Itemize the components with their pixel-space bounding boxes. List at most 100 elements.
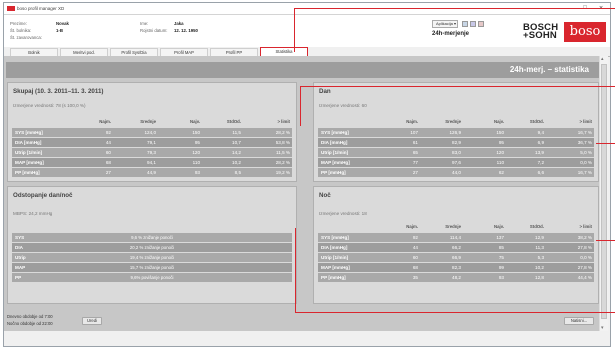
row-value: 124,0 <box>144 130 157 135</box>
noc-col-header: > limit <box>579 224 592 229</box>
callout-line <box>295 312 615 313</box>
table-row: MAP [mmHg] 68 82,3 99 10,2 27,8 % <box>318 263 594 272</box>
table-row: SYS 9,6 % znižanje ponoči <box>12 233 292 242</box>
bolnica-label: Št. bolnika: <box>10 28 32 33</box>
row-value: 6,9 <box>537 140 544 145</box>
bosch-sohn-logo: BOSCH +SOHN <box>523 23 558 41</box>
row-value: 79,1 <box>147 140 156 145</box>
dan-table-header: Najm. Srednje Najv. StdOd. > limit <box>314 119 598 126</box>
window-title: boso profil manager XD <box>17 6 65 11</box>
row-value: 8,5 <box>234 170 241 175</box>
table-row: DIA 20,2 % znižanje ponoči <box>12 243 292 252</box>
row-value: 95 <box>498 140 504 145</box>
zavarovanca-label: Št. zavarovanca: <box>10 35 43 40</box>
row-value: 82,3 <box>452 265 461 270</box>
row-value: 5,3 <box>537 255 544 260</box>
noc-col-header: Najv. <box>494 224 504 229</box>
skupaj-subtitle: Izmerjene vrednosti: 78 (s 100,0 %) <box>13 103 86 108</box>
row-value: 44,4 % <box>577 275 592 280</box>
row-value: 48,2 <box>452 275 461 280</box>
row-label: DIA [mmHg] <box>15 140 42 145</box>
row-value: 126,9 <box>449 130 462 135</box>
row-label: MAP [mmHg] <box>15 160 44 165</box>
print-icon[interactable] <box>462 21 468 27</box>
skupaj-col-header: > limit <box>277 119 290 124</box>
row-value: 65 <box>412 150 418 155</box>
row-label: PP [mmHg] <box>321 170 346 175</box>
row-value: 92 <box>412 235 418 240</box>
row-label: DIA [mmHg] <box>321 140 348 145</box>
dan-col-header: StdOd. <box>529 119 544 124</box>
row-value: 85 <box>498 245 504 250</box>
brand-sohn: +SOHN <box>523 30 557 41</box>
scroll-thumb[interactable] <box>601 64 607 319</box>
statistics-banner: 24h-merj. – statistika <box>6 62 599 78</box>
row-text: 20,2 % znižanje ponoči <box>129 245 175 250</box>
row-value: 44,0 <box>452 170 461 175</box>
settings-icon[interactable] <box>478 21 484 27</box>
row-value: 68 <box>105 160 111 165</box>
row-value: 114,4 <box>449 235 461 240</box>
row-value: 0,0 % <box>580 255 592 260</box>
row-value: 93 <box>194 170 200 175</box>
dan-col-header: Najm. <box>406 119 418 124</box>
row-value: 16,7 % <box>577 130 592 135</box>
vertical-scrollbar[interactable]: ▴ ▾ <box>599 56 608 331</box>
row-value: 150 <box>496 130 504 135</box>
row-value: 97,6 <box>452 160 461 165</box>
noc-title: Noč <box>319 192 331 199</box>
callout-line <box>295 228 296 312</box>
row-value: 107 <box>410 130 418 135</box>
row-value: 83,0 <box>452 150 461 155</box>
row-value: 61 <box>412 140 418 145</box>
rojstni-label: Rojstni datum: <box>140 28 168 33</box>
rojstni-value: 12. 12. 1950 <box>174 28 198 33</box>
callout-line <box>596 240 615 241</box>
noc-col-header: StdOd. <box>529 224 544 229</box>
row-text: 9,6 % znižanje ponoči <box>131 235 173 240</box>
uredi-button[interactable]: Uredi <box>82 317 102 325</box>
section-title: 24h-merjenje <box>432 31 470 37</box>
natisni-button[interactable]: Natisni... <box>564 317 594 325</box>
row-value: 11,3 <box>535 245 544 250</box>
odstopanje-title: Odstopanje dan/noč <box>13 192 73 199</box>
scroll-down-icon[interactable]: ▾ <box>601 325 604 331</box>
aplikacija-label: Aplikacija <box>436 21 453 26</box>
table-row: Utrip 19,4 % znižanje ponoči <box>12 253 292 262</box>
row-value: 0,0 % <box>580 160 592 165</box>
table-row: DIA [mmHg] 61 82,9 95 6,9 36,7 % <box>318 138 594 147</box>
row-label: MAP [mmHg] <box>321 160 350 165</box>
callout-line <box>300 86 301 126</box>
odstopanje-subtitle: MBPS: 24,2 mmHg <box>13 211 53 216</box>
bolnica-value: 1-B <box>56 28 63 33</box>
table-row: PP 9,6% povišanje ponoči <box>12 273 292 282</box>
table-row: MAP [mmHg] 77 97,6 110 7,2 0,0 % <box>318 158 594 167</box>
dan-col-header: > limit <box>579 119 592 124</box>
row-label: SYS [mmHg] <box>15 130 43 135</box>
row-value: 79,3 <box>147 150 156 155</box>
row-value: 44 <box>105 140 111 145</box>
skupaj-col-header: Srednje <box>140 119 156 124</box>
row-value: 11,5 <box>232 130 241 135</box>
row-value: 44,9 <box>147 170 156 175</box>
row-label: SYS [mmHg] <box>321 235 349 240</box>
row-value: 137 <box>496 235 504 240</box>
table-row: SYS [mmHg] 107 126,9 150 9,4 16,7 % <box>318 128 594 137</box>
row-value: 99 <box>498 265 504 270</box>
noc-col-header: Najm. <box>406 224 418 229</box>
row-label: Utrip [1/min] <box>321 150 349 155</box>
boso-logo: boso <box>564 22 606 42</box>
title-bar: boso profil manager XD – □ × <box>4 3 610 15</box>
row-value: 60 <box>412 255 418 260</box>
row-value: 110 <box>496 160 504 165</box>
row-value: 10,2 <box>535 265 544 270</box>
table-row: Utrip [1/min] 65 83,0 120 13,9 5,0 % <box>318 148 594 157</box>
scroll-up-icon[interactable]: ▴ <box>601 56 604 62</box>
row-label: DIA [mmHg] <box>321 245 348 250</box>
table-row: MAP 15,7 % znižanje ponoči <box>12 263 292 272</box>
aplikacija-dropdown[interactable]: Aplikacija ▾ <box>432 20 458 28</box>
export-icon[interactable] <box>470 21 476 27</box>
row-label: Utrip [1/min] <box>321 255 349 260</box>
row-value: 94,1 <box>147 160 156 165</box>
row-value: 60 <box>105 150 111 155</box>
